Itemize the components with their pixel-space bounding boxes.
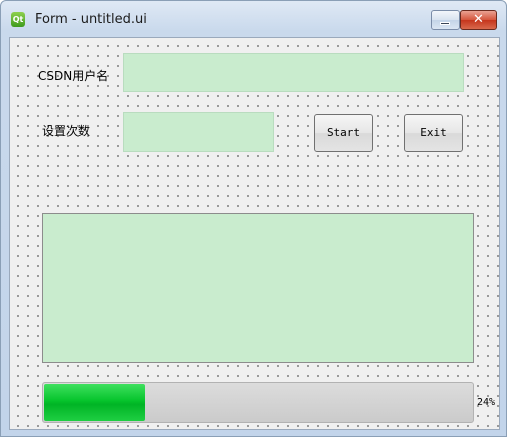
exit-button[interactable]: Exit: [404, 114, 463, 152]
title-bar[interactable]: Qt Form - untitled.ui ✕: [1, 1, 506, 37]
window-title: Form - untitled.ui: [35, 12, 147, 27]
qt-app-icon: Qt: [11, 12, 25, 27]
progress-bar-fill: [44, 384, 146, 421]
form-canvas: CSDN用户名 设置次数 Start Exit 24%: [9, 37, 500, 430]
start-button[interactable]: Start: [314, 114, 373, 152]
username-label: CSDN用户名: [38, 69, 109, 83]
progress-bar: [42, 382, 474, 423]
count-label: 设置次数: [42, 124, 91, 138]
count-input[interactable]: [123, 112, 274, 152]
username-input[interactable]: [123, 53, 464, 92]
close-button[interactable]: ✕: [460, 10, 497, 30]
minimize-button[interactable]: [431, 10, 460, 30]
minimize-icon: [440, 22, 450, 25]
progress-percent-label: 24%: [477, 397, 496, 408]
main-window: Qt Form - untitled.ui ✕ CSDN用户名 设置次数 Sta…: [0, 0, 507, 437]
log-text-area[interactable]: [42, 213, 474, 363]
close-icon: ✕: [473, 12, 484, 27]
